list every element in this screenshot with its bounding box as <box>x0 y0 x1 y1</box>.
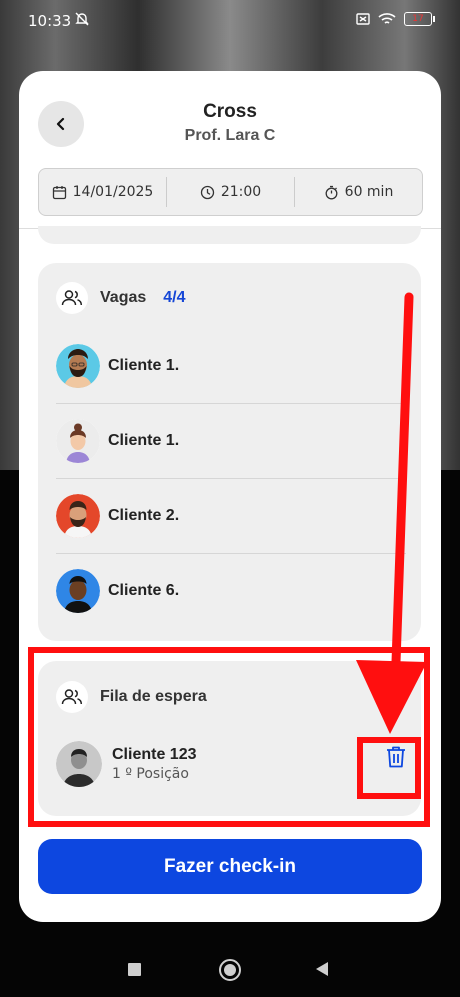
duration-text: 60 min <box>344 184 394 200</box>
client-name: Cliente 1. <box>108 432 180 449</box>
page-title: Cross <box>203 101 257 122</box>
sim-off-icon <box>356 13 370 25</box>
scrolled-section-edge <box>38 226 421 244</box>
time-info: 21:00 <box>166 177 294 207</box>
instructor-name: Prof. Lara C <box>184 127 276 144</box>
bell-muted-icon <box>74 11 90 31</box>
back-triangle-icon[interactable] <box>316 962 328 976</box>
spots-header: Vagas 4/4 <box>56 282 186 314</box>
group-icon <box>56 282 88 314</box>
checkin-button[interactable]: Fazer check-in <box>38 839 422 894</box>
annotation-highlight-trash <box>357 737 421 799</box>
spots-label: Vagas <box>100 289 147 306</box>
duration-info: 60 min <box>294 177 422 207</box>
date-info: 14/01/2025 <box>39 177 166 207</box>
avatar-man-beard-icon <box>56 344 100 388</box>
status-bar: 10:33 17 <box>0 0 460 40</box>
client-name: Cliente 6. <box>108 582 180 599</box>
date-text: 14/01/2025 <box>72 184 154 200</box>
client-row[interactable]: Cliente 2. <box>56 479 406 554</box>
calendar-icon <box>52 185 66 199</box>
client-row[interactable]: Cliente 1. <box>56 329 406 404</box>
battery-icon: 17 <box>404 12 435 26</box>
status-time: 10:33 <box>28 12 72 30</box>
time-text: 21:00 <box>220 184 262 200</box>
avatar-man-red-icon <box>56 494 100 538</box>
client-name: Cliente 2. <box>108 507 180 524</box>
spots-count: 4/4 <box>163 289 186 306</box>
system-nav-bar <box>0 940 460 997</box>
stopwatch-icon <box>325 185 338 199</box>
avatar-woman-bun-icon <box>56 419 100 463</box>
clock-icon <box>200 185 214 199</box>
home-icon[interactable] <box>219 959 241 981</box>
recent-apps-icon[interactable] <box>128 963 141 976</box>
wifi-icon <box>378 13 396 24</box>
status-icons: 17 <box>356 12 435 26</box>
client-row[interactable]: Cliente 6. <box>56 554 406 628</box>
client-row[interactable]: Cliente 1. <box>56 404 406 479</box>
avatar-man-blue-icon <box>56 569 100 613</box>
spots-section: Vagas 4/4 Cliente 1. Cliente 1. Cliente 2… <box>38 263 421 641</box>
class-info-bar: 14/01/2025 21:00 60 min <box>38 168 423 216</box>
client-name: Cliente 1. <box>108 357 180 374</box>
